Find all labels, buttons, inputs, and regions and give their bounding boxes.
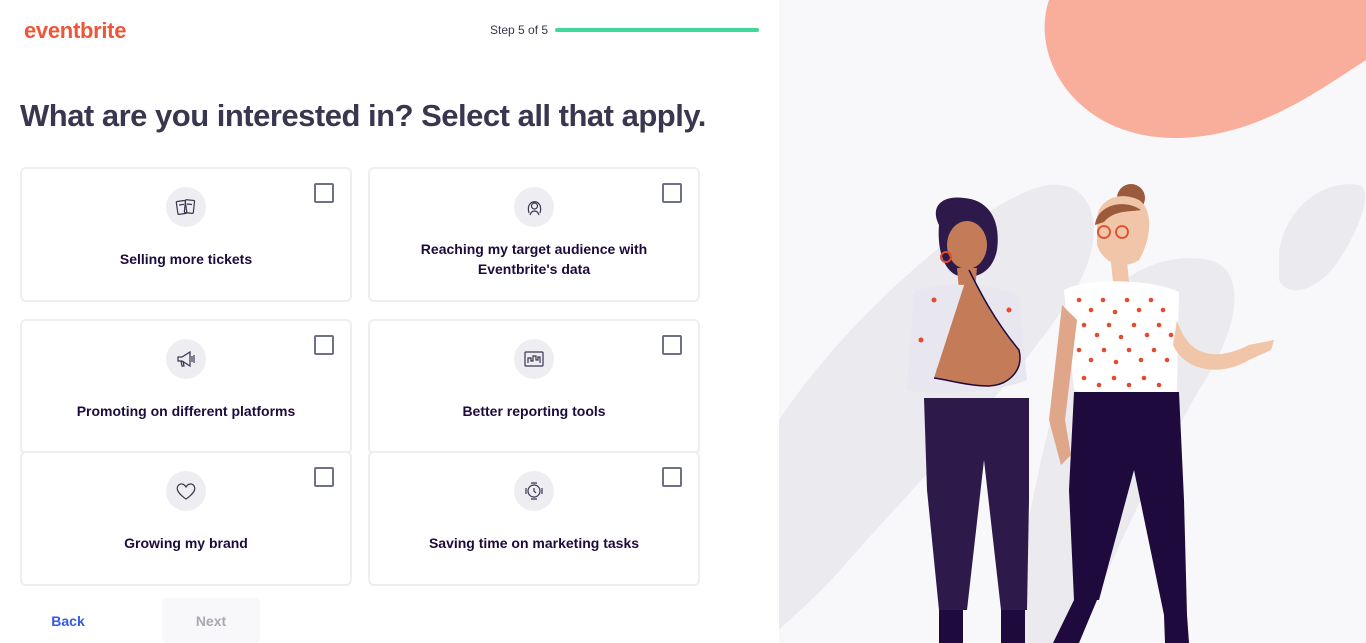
option-label: Growing my brand [124, 535, 248, 551]
back-button[interactable]: Back [20, 598, 116, 643]
option-label: Reaching my target audience with Eventbr… [420, 241, 648, 277]
option-card-growing-brand[interactable]: Growing my brand [20, 451, 352, 586]
option-card-reporting-tools[interactable]: Better reporting tools [368, 319, 700, 454]
option-card-selling-tickets[interactable]: Selling more tickets [20, 167, 352, 302]
clock-icon [514, 471, 554, 511]
women-talking-illustration [779, 0, 1366, 643]
option-label: Selling more tickets [119, 251, 253, 267]
option-checkbox[interactable] [314, 467, 334, 487]
option-checkbox[interactable] [662, 335, 682, 355]
eventbrite-logo[interactable]: eventbrite [24, 18, 126, 44]
option-label: Better reporting tools [462, 403, 606, 419]
option-label: Promoting on different platforms [76, 403, 296, 419]
page-title: What are you interested in? Select all t… [20, 98, 706, 133]
option-card-saving-time[interactable]: Saving time on marketing tasks [368, 451, 700, 586]
tickets-icon [166, 187, 206, 227]
onboarding-panel: eventbrite Step 5 of 5 What are you inte… [0, 0, 779, 643]
next-button[interactable]: Next [162, 598, 260, 643]
audience-icon [514, 187, 554, 227]
step-indicator: Step 5 of 5 [490, 23, 549, 37]
heart-icon [166, 471, 206, 511]
option-card-target-audience[interactable]: Reaching my target audience with Eventbr… [368, 167, 700, 302]
progress-fill [555, 28, 759, 32]
option-checkbox[interactable] [662, 467, 682, 487]
option-card-promoting-platforms[interactable]: Promoting on different platforms [20, 319, 352, 454]
chart-icon [514, 339, 554, 379]
option-checkbox[interactable] [314, 335, 334, 355]
option-checkbox[interactable] [314, 183, 334, 203]
progress-bar [555, 28, 759, 32]
peach-blob-shape [1044, 0, 1366, 139]
option-checkbox[interactable] [662, 183, 682, 203]
megaphone-icon [166, 339, 206, 379]
illustration-panel [779, 0, 1366, 643]
option-label: Saving time on marketing tasks [428, 535, 640, 551]
